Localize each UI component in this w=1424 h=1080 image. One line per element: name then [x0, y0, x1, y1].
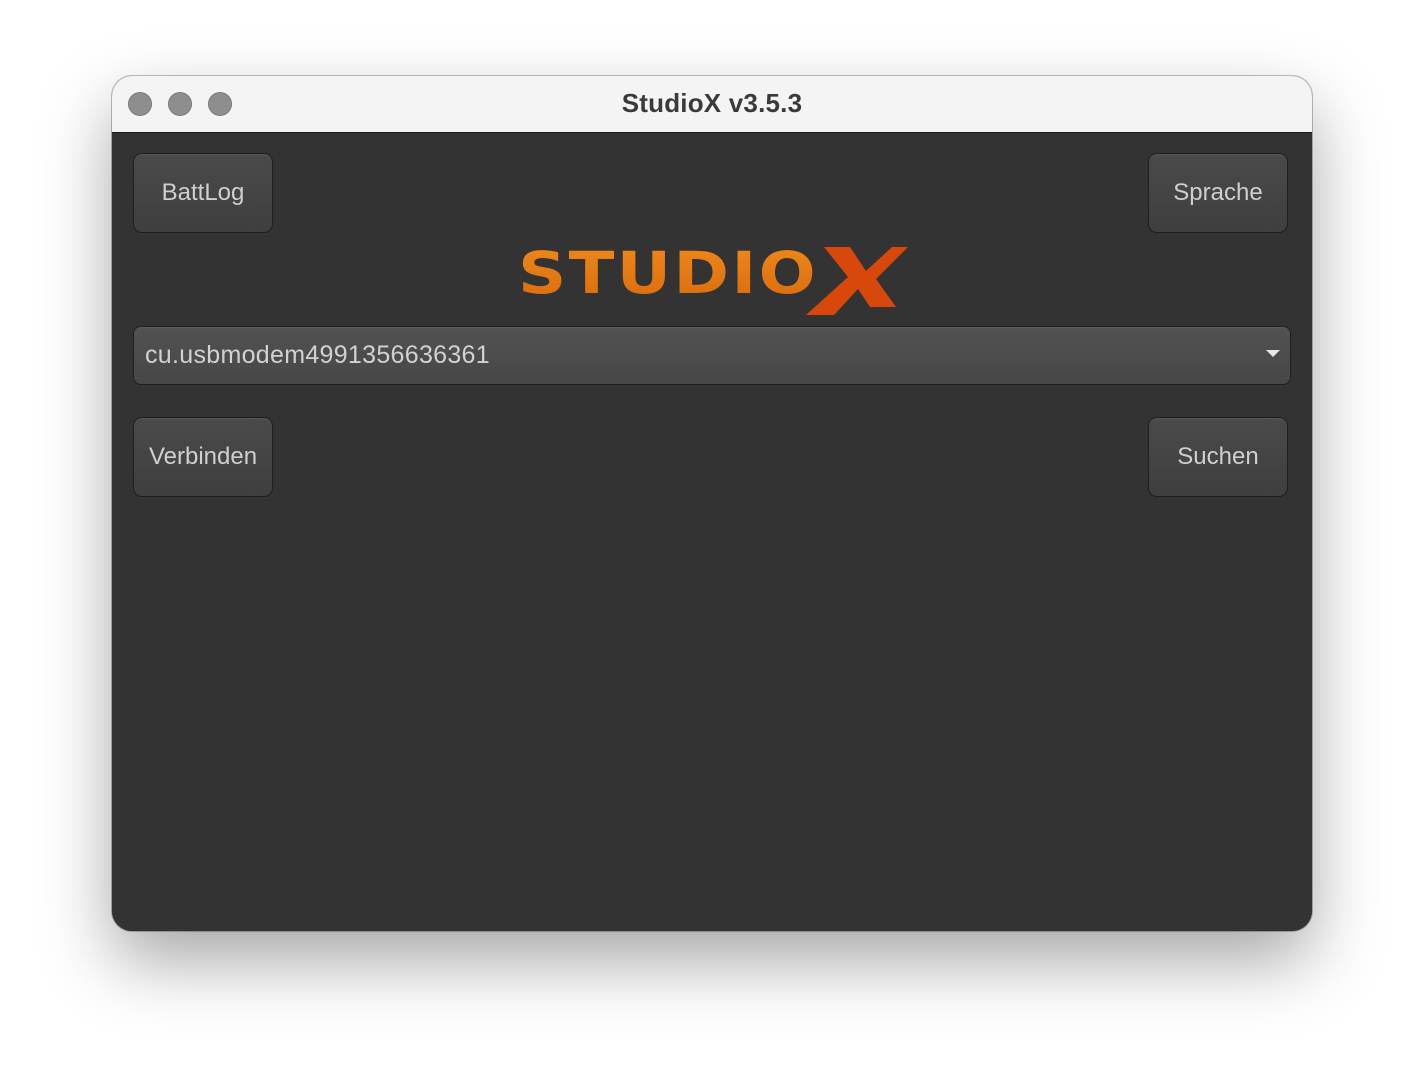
- language-button[interactable]: Sprache: [1148, 153, 1288, 233]
- main-panel: BattLog Sprache STUDIO cu.usbmodem499135…: [112, 133, 1312, 931]
- battlog-button[interactable]: BattLog: [133, 153, 273, 233]
- studiox-logo: STUDIO: [518, 241, 908, 315]
- search-button[interactable]: Suchen: [1148, 417, 1288, 497]
- title-bar[interactable]: StudioX v3.5.3: [112, 76, 1312, 133]
- window-title: StudioX v3.5.3: [621, 88, 803, 118]
- svg-text:STUDIO: STUDIO: [518, 241, 818, 307]
- app-window: StudioX v3.5.3 BattLog Sprache STUDIO cu…: [112, 76, 1312, 931]
- connect-button[interactable]: Verbinden: [133, 417, 273, 497]
- chevron-down-icon[interactable]: [1266, 350, 1280, 357]
- serial-port-select[interactable]: cu.usbmodem4991356636361: [133, 326, 1291, 385]
- serial-port-value: cu.usbmodem4991356636361: [145, 341, 490, 369]
- logo-x-mark: [806, 247, 908, 315]
